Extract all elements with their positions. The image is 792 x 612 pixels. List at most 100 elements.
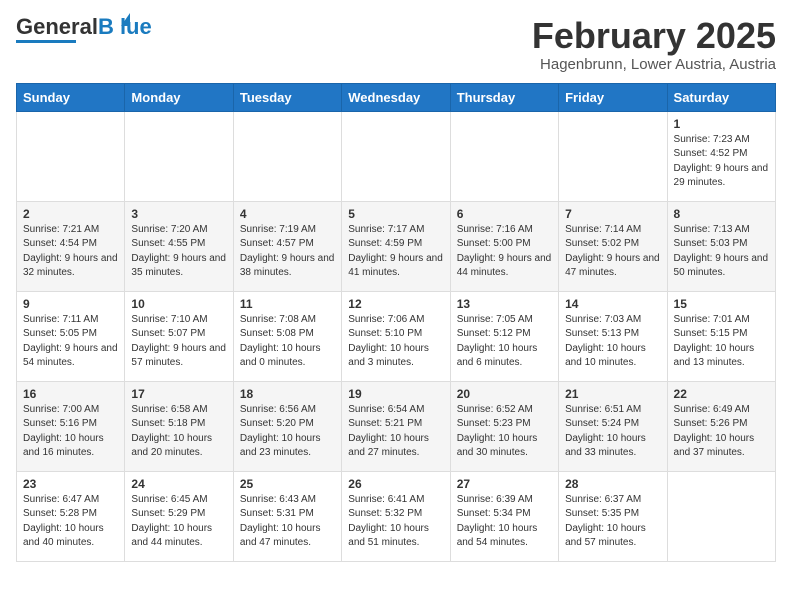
day-number: 21 <box>565 387 660 401</box>
day-number: 4 <box>240 207 335 221</box>
logo: GeneralB lue <box>16 16 152 43</box>
column-header-sunday: Sunday <box>17 83 125 111</box>
calendar-cell: 19Sunrise: 6:54 AM Sunset: 5:21 PM Dayli… <box>342 381 450 471</box>
calendar-cell: 17 Sunrise: 6:58 AM Sunset: 5:18 PM Dayli… <box>125 381 233 471</box>
day-info: Sunrise: 6:52 AM Sunset: 5:23 PM Dayligh… <box>457 403 552 461</box>
calendar-cell: 2Sunrise: 7:21 AM Sunset: 4:54 PM Daylig… <box>17 201 125 291</box>
calendar-cell: 6 Sunrise: 7:16 AM Sunset: 5:00 PM Daylig… <box>450 201 558 291</box>
calendar-cell: 28 Sunrise: 6:37 AM Sunset: 5:35 PM Dayli… <box>559 471 667 561</box>
calendar-cell: 13 Sunrise: 7:05 AM Sunset: 5:12 PM Dayli… <box>450 291 558 381</box>
calendar-cell: 26 Sunrise: 6:41 AM Sunset: 5:32 PM Dayli… <box>342 471 450 561</box>
day-number: 24 <box>131 477 226 491</box>
calendar-week-row: 2Sunrise: 7:21 AM Sunset: 4:54 PM Daylig… <box>17 201 776 291</box>
logo-underline <box>16 40 76 43</box>
day-info: Sunrise: 7:19 AM Sunset: 4:57 PM Dayligh… <box>240 223 335 281</box>
calendar-cell: 5 Sunrise: 7:17 AM Sunset: 4:59 PM Daylig… <box>342 201 450 291</box>
day-info: Sunrise: 6:47 AM Sunset: 5:28 PM Dayligh… <box>23 493 118 551</box>
column-header-tuesday: Tuesday <box>233 83 341 111</box>
calendar-cell: 10Sunrise: 7:10 AM Sunset: 5:07 PM Dayli… <box>125 291 233 381</box>
calendar-cell: 27 Sunrise: 6:39 AM Sunset: 5:34 PM Dayli… <box>450 471 558 561</box>
day-info: Sunrise: 7:10 AM Sunset: 5:07 PM Dayligh… <box>131 313 226 371</box>
day-number: 14 <box>565 297 660 311</box>
day-info: Sunrise: 6:45 AM Sunset: 5:29 PM Dayligh… <box>131 493 226 551</box>
calendar-cell <box>667 471 775 561</box>
calendar-cell: 4 Sunrise: 7:19 AM Sunset: 4:57 PM Daylig… <box>233 201 341 291</box>
day-number: 7 <box>565 207 660 221</box>
calendar-cell: 20 Sunrise: 6:52 AM Sunset: 5:23 PM Dayli… <box>450 381 558 471</box>
calendar-cell: 23 Sunrise: 6:47 AM Sunset: 5:28 PM Dayli… <box>17 471 125 561</box>
column-header-friday: Friday <box>559 83 667 111</box>
calendar-cell <box>233 111 341 201</box>
day-info: Sunrise: 7:06 AM Sunset: 5:10 PM Dayligh… <box>348 313 443 371</box>
day-number: 8 <box>674 207 769 221</box>
day-info: Sunrise: 6:49 AM Sunset: 5:26 PM Dayligh… <box>674 403 769 461</box>
day-number: 3 <box>131 207 226 221</box>
calendar-cell: 21Sunrise: 6:51 AM Sunset: 5:24 PM Dayli… <box>559 381 667 471</box>
day-number: 5 <box>348 207 443 221</box>
day-number: 27 <box>457 477 552 491</box>
day-number: 22 <box>674 387 769 401</box>
calendar-cell: 1 Sunrise: 7:23 AM Sunset: 4:52 PM Daylig… <box>667 111 775 201</box>
day-info: Sunrise: 6:58 AM Sunset: 5:18 PM Dayligh… <box>131 403 226 461</box>
column-header-wednesday: Wednesday <box>342 83 450 111</box>
day-number: 20 <box>457 387 552 401</box>
day-number: 12 <box>348 297 443 311</box>
day-info: Sunrise: 7:05 AM Sunset: 5:12 PM Dayligh… <box>457 313 552 371</box>
day-number: 28 <box>565 477 660 491</box>
day-number: 19 <box>348 387 443 401</box>
day-number: 6 <box>457 207 552 221</box>
calendar-cell: 18 Sunrise: 6:56 AM Sunset: 5:20 PM Dayli… <box>233 381 341 471</box>
day-info: Sunrise: 6:56 AM Sunset: 5:20 PM Dayligh… <box>240 403 335 461</box>
column-header-saturday: Saturday <box>667 83 775 111</box>
day-info: Sunrise: 6:43 AM Sunset: 5:31 PM Dayligh… <box>240 493 335 551</box>
calendar-week-row: 1 Sunrise: 7:23 AM Sunset: 4:52 PM Daylig… <box>17 111 776 201</box>
calendar-cell <box>125 111 233 201</box>
calendar-cell: 11 Sunrise: 7:08 AM Sunset: 5:08 PM Dayli… <box>233 291 341 381</box>
page-header: GeneralB lue February 2025 Hagenbrunn, L… <box>16 16 776 73</box>
calendar-cell <box>559 111 667 201</box>
title-area: February 2025 Hagenbrunn, Lower Austria,… <box>532 16 776 73</box>
calendar-week-row: 23 Sunrise: 6:47 AM Sunset: 5:28 PM Dayli… <box>17 471 776 561</box>
calendar-week-row: 9 Sunrise: 7:11 AM Sunset: 5:05 PM Daylig… <box>17 291 776 381</box>
day-number: 13 <box>457 297 552 311</box>
logo-text: GeneralB lue <box>16 16 152 38</box>
calendar-cell: 3 Sunrise: 7:20 AM Sunset: 4:55 PM Daylig… <box>125 201 233 291</box>
day-number: 11 <box>240 297 335 311</box>
calendar-cell: 8 Sunrise: 7:13 AM Sunset: 5:03 PM Daylig… <box>667 201 775 291</box>
calendar-cell <box>17 111 125 201</box>
day-info: Sunrise: 6:37 AM Sunset: 5:35 PM Dayligh… <box>565 493 660 551</box>
day-info: Sunrise: 7:20 AM Sunset: 4:55 PM Dayligh… <box>131 223 226 281</box>
day-number: 1 <box>674 117 769 131</box>
day-info: Sunrise: 7:11 AM Sunset: 5:05 PM Dayligh… <box>23 313 118 371</box>
day-number: 23 <box>23 477 118 491</box>
day-number: 18 <box>240 387 335 401</box>
day-number: 9 <box>23 297 118 311</box>
day-number: 26 <box>348 477 443 491</box>
day-info: Sunrise: 7:23 AM Sunset: 4:52 PM Dayligh… <box>674 133 769 191</box>
day-info: Sunrise: 7:16 AM Sunset: 5:00 PM Dayligh… <box>457 223 552 281</box>
day-info: Sunrise: 7:03 AM Sunset: 5:13 PM Dayligh… <box>565 313 660 371</box>
day-info: Sunrise: 7:13 AM Sunset: 5:03 PM Dayligh… <box>674 223 769 281</box>
calendar-cell: 24 Sunrise: 6:45 AM Sunset: 5:29 PM Dayli… <box>125 471 233 561</box>
day-info: Sunrise: 6:39 AM Sunset: 5:34 PM Dayligh… <box>457 493 552 551</box>
calendar-week-row: 16 Sunrise: 7:00 AM Sunset: 5:16 PM Dayli… <box>17 381 776 471</box>
column-header-monday: Monday <box>125 83 233 111</box>
month-title: February 2025 <box>532 16 776 56</box>
day-number: 16 <box>23 387 118 401</box>
calendar-cell: 25Sunrise: 6:43 AM Sunset: 5:31 PM Dayli… <box>233 471 341 561</box>
column-header-thursday: Thursday <box>450 83 558 111</box>
day-info: Sunrise: 7:00 AM Sunset: 5:16 PM Dayligh… <box>23 403 118 461</box>
day-info: Sunrise: 7:08 AM Sunset: 5:08 PM Dayligh… <box>240 313 335 371</box>
calendar-cell: 9 Sunrise: 7:11 AM Sunset: 5:05 PM Daylig… <box>17 291 125 381</box>
day-info: Sunrise: 6:41 AM Sunset: 5:32 PM Dayligh… <box>348 493 443 551</box>
day-info: Sunrise: 7:21 AM Sunset: 4:54 PM Dayligh… <box>23 223 118 281</box>
calendar-header-row: SundayMondayTuesdayWednesdayThursdayFrid… <box>17 83 776 111</box>
day-info: Sunrise: 7:14 AM Sunset: 5:02 PM Dayligh… <box>565 223 660 281</box>
day-number: 17 <box>131 387 226 401</box>
day-number: 15 <box>674 297 769 311</box>
calendar-cell <box>450 111 558 201</box>
day-info: Sunrise: 7:17 AM Sunset: 4:59 PM Dayligh… <box>348 223 443 281</box>
calendar-cell <box>342 111 450 201</box>
calendar-cell: 22 Sunrise: 6:49 AM Sunset: 5:26 PM Dayli… <box>667 381 775 471</box>
calendar-cell: 15Sunrise: 7:01 AM Sunset: 5:15 PM Dayli… <box>667 291 775 381</box>
